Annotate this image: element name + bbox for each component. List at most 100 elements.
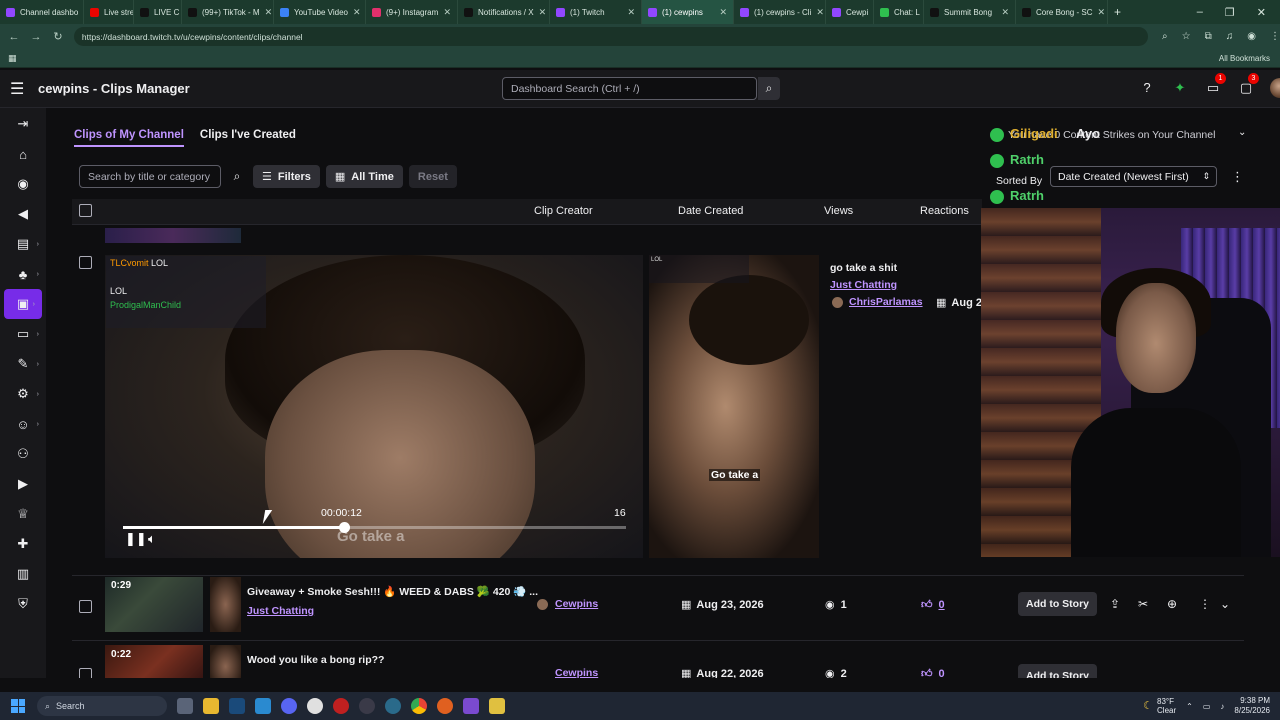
close-tab-icon[interactable]: ✕ <box>1001 7 1009 18</box>
browser-menu-icon[interactable]: ⋮ <box>1270 31 1280 42</box>
safety-icon[interactable]: ⛨ <box>0 589 46 619</box>
clip-creator-link[interactable]: Cewpins <box>555 598 598 610</box>
extensions-icon[interactable]: ⧉ <box>1205 31 1212 42</box>
browser-tab[interactable]: Notifications / X ✕ <box>458 0 550 24</box>
file-explorer-icon[interactable] <box>203 698 219 714</box>
filters-button[interactable]: ☰ Filters <box>253 165 320 188</box>
col-clip-creator[interactable]: Clip Creator <box>534 205 593 217</box>
video-producer-icon[interactable]: ▶ <box>0 469 46 499</box>
browser-tab[interactable]: Channel dashbo✕ <box>0 0 84 24</box>
creator-tools-icon[interactable]: ✎ › <box>0 349 46 379</box>
extensions-icon[interactable]: ✚ <box>0 529 46 559</box>
close-tab-icon[interactable]: ✕ <box>539 7 547 18</box>
app-icon[interactable] <box>489 698 505 714</box>
taskbar-clock[interactable]: 9:38 PM 8/25/2026 <box>1234 696 1270 716</box>
browser-tab[interactable]: Cewpi✕ <box>826 0 874 24</box>
browser-tab[interactable]: (9+) Instagram ✕ <box>366 0 458 24</box>
chevron-down-icon[interactable]: ⌄ <box>1220 597 1230 611</box>
browser-tab[interactable]: (99+) TikTok - M ✕ <box>182 0 274 24</box>
forward-icon[interactable]: → <box>28 31 44 43</box>
monetization-icon[interactable]: ▭ › <box>0 319 46 349</box>
app-icon[interactable] <box>463 698 479 714</box>
clip-title[interactable]: Giveaway + Smoke Sesh!!! 🔥 WEED & DABS 🥦… <box>247 585 538 598</box>
apps-grid-icon[interactable]: ▦ <box>8 53 17 64</box>
notifications-icon[interactable]: ▢ 3 <box>1237 73 1259 98</box>
browser-tab[interactable]: (1) cewpins ✕ <box>642 0 734 24</box>
back-icon[interactable]: ← <box>6 31 22 43</box>
search-icon[interactable]: ⌕ <box>227 165 247 188</box>
clip-title[interactable]: go take a shit <box>830 262 897 274</box>
clip-thumbnail-vertical[interactable] <box>210 577 241 632</box>
browser-tab[interactable]: Summit Bong ✕ <box>924 0 1016 24</box>
avatar[interactable] <box>1270 78 1280 98</box>
browser-tab[interactable]: (1) Twitch ✕ <box>550 0 642 24</box>
task-view-icon[interactable] <box>177 698 193 714</box>
analytics-icon[interactable]: ▤ › <box>0 229 46 259</box>
close-tab-icon[interactable]: ✕ <box>265 7 273 18</box>
zoom-icon[interactable]: ⌕ <box>1162 31 1168 42</box>
speaker-icon[interactable]: ♪ <box>1220 702 1224 711</box>
add-to-story-button[interactable]: Add to Story <box>1018 592 1097 616</box>
volume-icon[interactable]: 🔈︎ <box>148 531 156 547</box>
tab-clips-of-my-channel[interactable]: Clips of My Channel <box>74 129 184 147</box>
dashboard-search-input[interactable]: Dashboard Search (Ctrl + /) <box>502 77 757 100</box>
browser-tab[interactable]: Core Bong - SC ✕ <box>1016 0 1108 24</box>
clip-title[interactable]: Wood you like a bong rip?? <box>247 654 384 666</box>
close-tab-icon[interactable]: ✕ <box>353 7 361 18</box>
minimize-icon[interactable]: – <box>1197 6 1203 19</box>
col-date-created[interactable]: Date Created <box>678 205 743 217</box>
url-field[interactable]: https://dashboard.twitch.tv/u/cewpins/co… <box>73 27 1149 46</box>
search-icon[interactable]: ⌕ <box>758 77 780 100</box>
help-icon[interactable]: ? <box>1138 78 1156 98</box>
close-window-icon[interactable]: ✕ <box>1257 6 1266 19</box>
browser-tab[interactable]: Live stre✕ <box>84 0 134 24</box>
close-tab-icon[interactable]: ✕ <box>443 7 451 18</box>
col-reactions[interactable]: Reactions <box>920 205 969 217</box>
weather-widget[interactable]: ☾ 83°F Clear <box>1143 697 1176 715</box>
row-checkbox[interactable] <box>79 600 92 613</box>
app-icon[interactable] <box>385 698 401 714</box>
browser-tab[interactable]: YouTube Video ✕ <box>274 0 366 24</box>
clip-creator-link[interactable]: ChrisParlamas <box>849 296 923 308</box>
media-icon[interactable]: ♫ <box>1226 31 1234 42</box>
row-checkbox[interactable] <box>79 256 92 269</box>
steam-icon[interactable] <box>229 698 245 714</box>
inbox-icon[interactable]: ▭ 1 <box>1204 73 1226 98</box>
close-tab-icon[interactable]: ✕ <box>627 7 635 18</box>
obs-icon[interactable] <box>333 698 349 714</box>
col-views[interactable]: Views <box>824 205 853 217</box>
maximize-icon[interactable]: ❐ <box>1225 6 1235 19</box>
new-tab-icon[interactable]: + <box>1114 5 1121 19</box>
reset-button[interactable]: Reset <box>408 165 457 188</box>
hamburger-menu-icon[interactable]: ☰ <box>10 79 28 99</box>
discord-icon[interactable] <box>281 698 297 714</box>
share-icon[interactable]: ⇪ <box>1110 597 1120 611</box>
windows-start-icon[interactable] <box>11 699 25 713</box>
settings-icon[interactable]: ⚙ › <box>0 379 46 409</box>
clip-category-link[interactable]: Just Chatting <box>830 279 897 291</box>
home-icon[interactable]: ⌂ <box>0 139 46 169</box>
guide-icon[interactable]: ▥ <box>0 559 46 589</box>
edge-icon[interactable] <box>255 698 271 714</box>
close-tab-icon[interactable]: ✕ <box>1097 7 1105 18</box>
clip-search-input[interactable]: Search by title or category <box>79 165 221 188</box>
all-bookmarks-link[interactable]: All Bookmarks <box>1219 54 1270 63</box>
scissors-icon[interactable]: ✂ <box>1138 597 1148 611</box>
close-tab-icon[interactable]: ✕ <box>816 7 824 18</box>
sort-select[interactable]: Date Created (Newest First) ⇕ <box>1050 166 1217 187</box>
viewer-rewards-icon[interactable]: ☺ › <box>0 409 46 439</box>
community-icon[interactable]: ♣ › <box>0 259 46 289</box>
select-all-checkbox[interactable] <box>79 204 92 217</box>
network-icon[interactable]: ▭ <box>1203 702 1211 711</box>
chrome-icon[interactable] <box>411 698 427 714</box>
promotions-icon[interactable]: ◀ <box>0 199 46 229</box>
chevron-up-icon[interactable]: ⌃ <box>1186 702 1193 711</box>
browser-tab[interactable]: (1) cewpins - Cli ✕ <box>734 0 826 24</box>
more-options-icon[interactable]: ⋮ <box>1231 169 1244 185</box>
chevron-down-icon[interactable]: ⌄ <box>1238 127 1246 138</box>
close-tab-icon[interactable]: ✕ <box>719 7 727 18</box>
bookmark-star-icon[interactable]: ☆ <box>1182 31 1191 42</box>
clip-category-link[interactable]: Just Chatting <box>247 605 314 617</box>
reload-icon[interactable]: ↻ <box>50 30 66 43</box>
date-range-button[interactable]: ▦ All Time <box>325 165 403 188</box>
